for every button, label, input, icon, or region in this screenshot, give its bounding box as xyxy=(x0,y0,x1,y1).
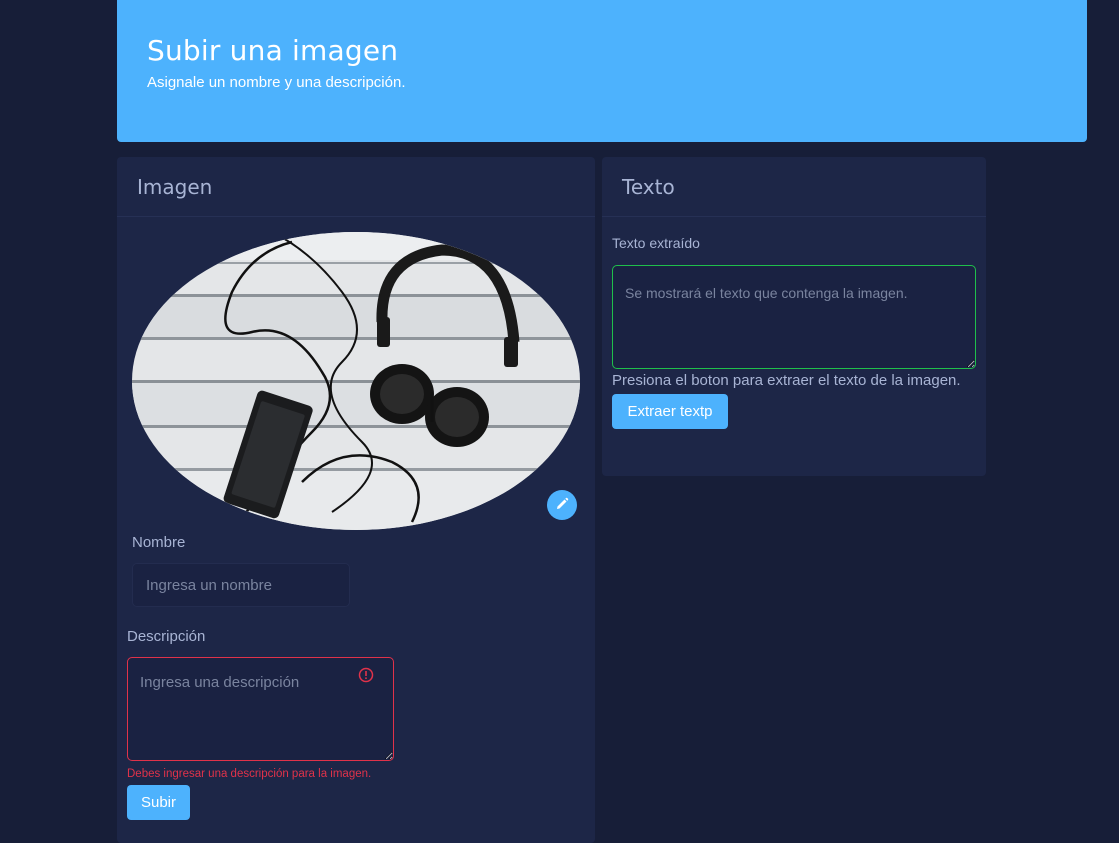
exclamation-circle-icon xyxy=(358,667,374,683)
description-label: Descripción xyxy=(127,628,206,645)
page-subtitle: Asignale un nombre y una descripción. xyxy=(147,74,406,91)
extracted-text-textarea[interactable] xyxy=(612,265,976,369)
name-input[interactable] xyxy=(132,563,350,607)
description-textarea[interactable] xyxy=(127,657,394,761)
image-card-title: Imagen xyxy=(137,175,213,199)
page-title: Subir una imagen xyxy=(147,34,399,67)
text-card-title: Texto xyxy=(622,175,675,199)
extract-help-text: Presiona el boton para extraer el texto … xyxy=(612,372,961,389)
description-error-message: Debes ingresar una descripción para la i… xyxy=(127,768,372,780)
uploaded-image-preview xyxy=(132,232,580,530)
image-card: Imagen Nombre Ingresa un nombre Descripc… xyxy=(117,157,595,843)
edit-image-button[interactable] xyxy=(547,490,577,520)
card-divider xyxy=(117,216,595,217)
submit-button[interactable]: Subir xyxy=(127,785,190,820)
pencil-icon xyxy=(555,497,569,514)
extracted-text-label: Texto extraído xyxy=(612,235,700,251)
page-header: Subir una imagen Asignale un nombre y un… xyxy=(117,0,1087,142)
extract-text-button[interactable]: Extraer textp xyxy=(612,394,728,429)
card-divider xyxy=(602,216,986,217)
name-label: Nombre xyxy=(132,534,186,551)
text-card: Texto Texto extraído Presiona el boton p… xyxy=(602,157,986,476)
